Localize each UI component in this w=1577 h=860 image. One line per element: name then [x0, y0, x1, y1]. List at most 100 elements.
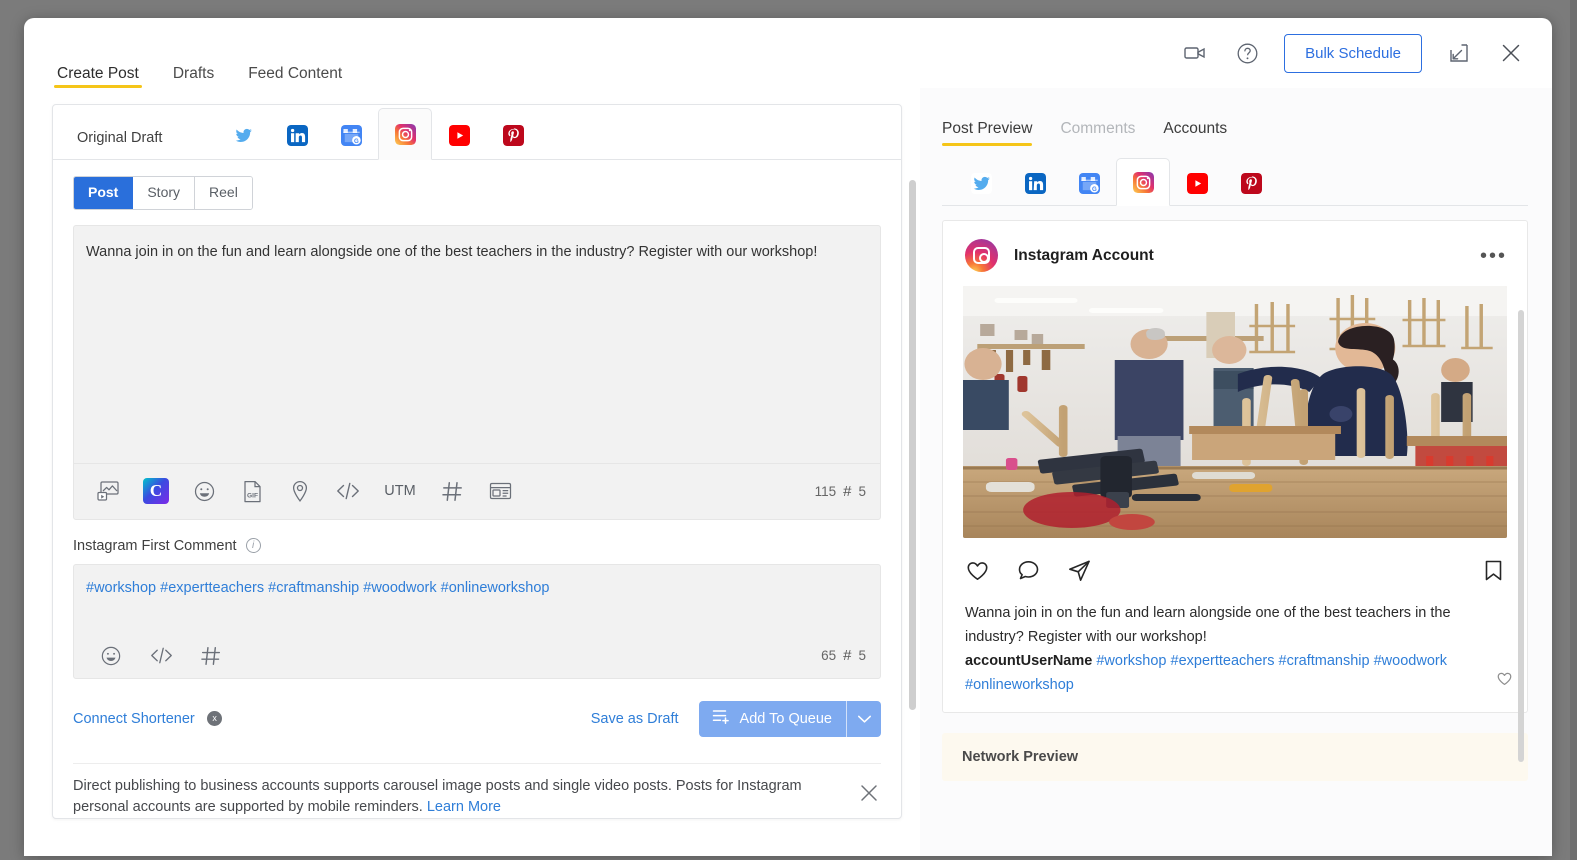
queue-chevron-down-icon[interactable] — [847, 701, 881, 737]
linkedin-icon — [287, 125, 308, 146]
three-dots-icon[interactable]: ••• — [1480, 251, 1507, 261]
preview-network-linkedin[interactable] — [1008, 161, 1062, 205]
preview-account-row: Instagram Account ••• — [943, 221, 1527, 286]
composer-network-twitter[interactable] — [216, 111, 270, 159]
first-comment-text[interactable]: #workshop #expertteachers #craftmanship … — [74, 565, 880, 600]
composer-network-linkedin[interactable] — [270, 111, 324, 159]
first-comment-editor[interactable]: #workshop #expertteachers #craftmanship … — [73, 564, 881, 679]
tab-drafts[interactable]: Drafts — [170, 41, 217, 88]
format-option-story[interactable]: Story — [133, 177, 195, 209]
add-to-queue-button[interactable]: Add To Queue — [699, 701, 881, 737]
hashtag-count-icon: # — [843, 483, 851, 500]
svg-text:G: G — [1092, 185, 1097, 192]
preview-tabs: Post Preview Comments Accounts — [920, 104, 1552, 146]
canva-logo: C — [143, 478, 169, 504]
composer-scrollbar[interactable] — [909, 180, 916, 710]
composer-column: Original Draft — [24, 88, 920, 856]
preview-caption-block: Wanna join in on the fun and learn along… — [943, 588, 1527, 698]
connect-shortener-remove-icon[interactable]: x — [207, 711, 222, 726]
caption-heart-icon[interactable] — [1496, 670, 1513, 696]
connect-shortener-link[interactable]: Connect Shortener — [73, 711, 195, 727]
preview-network-pinterest[interactable] — [1224, 161, 1278, 205]
tab-accounts[interactable]: Accounts — [1163, 120, 1227, 146]
utm-icon[interactable]: UTM — [372, 483, 428, 499]
instagram-icon — [395, 124, 416, 145]
publishing-notice: Direct publishing to business accounts s… — [73, 763, 881, 818]
media-image-video-icon[interactable] — [84, 480, 132, 502]
bulk-schedule-button[interactable]: Bulk Schedule — [1284, 34, 1422, 73]
preview-engagement-actions — [943, 538, 1527, 588]
format-option-reel[interactable]: Reel — [195, 177, 252, 209]
pinterest-icon — [503, 125, 524, 146]
preview-username[interactable]: accountUserName — [965, 653, 1092, 669]
canva-icon[interactable]: C — [132, 478, 180, 504]
share-paper-plane-icon[interactable] — [1067, 558, 1092, 588]
gif-icon[interactable]: GIF — [228, 479, 276, 504]
first-comment-toolbar: 65 # 5 — [74, 634, 880, 678]
bookmark-icon[interactable] — [1482, 558, 1505, 588]
template-layout-icon[interactable] — [476, 480, 524, 502]
svg-text:GIF: GIF — [247, 492, 258, 499]
preview-caption-tags-row: accountUserName #workshop #expertteacher… — [965, 650, 1493, 698]
preview-network-tabs: G — [942, 156, 1528, 206]
preview-network-google-business[interactable]: G — [1062, 161, 1116, 205]
modal-header: Create Post Drafts Feed Content Bulk Sch… — [24, 18, 1552, 88]
modal-body: Original Draft — [24, 88, 1552, 856]
composer-network-instagram[interactable] — [378, 108, 432, 160]
composer-network-google-business[interactable]: G — [324, 111, 378, 159]
utm-label: UTM — [384, 483, 415, 499]
post-editor[interactable]: Wanna join in on the fun and learn along… — [73, 225, 881, 520]
hashtag-icon[interactable] — [428, 480, 476, 503]
add-to-queue-main[interactable]: Add To Queue — [699, 701, 846, 737]
info-circle-icon[interactable]: i — [246, 538, 261, 553]
post-char-counter: 115 # 5 — [815, 483, 866, 500]
tab-comments[interactable]: Comments — [1060, 120, 1135, 146]
first-comment-hashtag-icon[interactable] — [186, 645, 236, 667]
preview-network-twitter[interactable] — [954, 161, 1008, 205]
first-comment-char-count: 65 — [821, 648, 836, 663]
code-icon[interactable] — [324, 480, 372, 502]
composer-network-tabs: Original Draft — [53, 105, 901, 160]
format-option-post[interactable]: Post — [74, 177, 133, 209]
heart-icon[interactable] — [965, 558, 990, 588]
preview-network-instagram[interactable] — [1116, 158, 1170, 206]
save-as-draft-button[interactable]: Save as Draft — [591, 711, 679, 727]
location-pin-icon[interactable] — [276, 479, 324, 504]
pinterest-icon — [1241, 173, 1262, 194]
close-modal-icon[interactable] — [1496, 38, 1526, 68]
emoji-icon[interactable] — [180, 479, 228, 504]
help-question-icon[interactable] — [1232, 38, 1262, 68]
tab-feed-content[interactable]: Feed Content — [245, 41, 345, 88]
preview-network-youtube[interactable] — [1170, 161, 1224, 205]
comment-bubble-icon[interactable] — [1016, 558, 1041, 588]
composer-card: Original Draft — [52, 104, 902, 819]
video-camera-icon[interactable] — [1180, 38, 1210, 68]
first-comment-label: Instagram First Comment — [73, 538, 237, 554]
tab-create-post[interactable]: Create Post — [54, 41, 142, 88]
header-actions: Bulk Schedule — [1180, 34, 1526, 73]
first-comment-emoji-icon[interactable] — [86, 644, 136, 668]
first-comment-code-icon[interactable] — [136, 645, 186, 666]
twitter-icon — [233, 125, 254, 146]
workshop-photo — [963, 286, 1507, 538]
composer-actions: Connect Shortener x Save as Draft — [53, 679, 901, 737]
first-comment-hashtag-count: 5 — [858, 648, 866, 663]
create-post-modal: Create Post Drafts Feed Content Bulk Sch… — [24, 18, 1552, 856]
collapse-arrow-icon[interactable] — [1444, 38, 1474, 68]
post-hashtag-count: 5 — [858, 484, 866, 499]
tab-post-preview[interactable]: Post Preview — [942, 120, 1032, 146]
composer-network-pinterest[interactable] — [486, 111, 540, 159]
preview-account-name: Instagram Account — [1014, 247, 1154, 265]
publishing-notice-body: Direct publishing to business accounts s… — [73, 776, 835, 818]
notice-close-icon[interactable] — [835, 781, 881, 812]
learn-more-link[interactable]: Learn More — [427, 799, 501, 815]
format-segmented-control: Post Story Reel — [73, 176, 253, 210]
original-draft-label: Original Draft — [77, 130, 162, 159]
tab-feed-content-label: Feed Content — [248, 66, 342, 82]
composer-network-youtube[interactable] — [432, 111, 486, 159]
preview-scrollbar[interactable] — [1518, 310, 1524, 762]
google-business-icon: G — [1079, 173, 1100, 194]
queue-add-icon — [712, 708, 731, 729]
post-editor-text[interactable]: Wanna join in on the fun and learn along… — [74, 226, 880, 264]
tab-create-post-label: Create Post — [57, 66, 139, 82]
